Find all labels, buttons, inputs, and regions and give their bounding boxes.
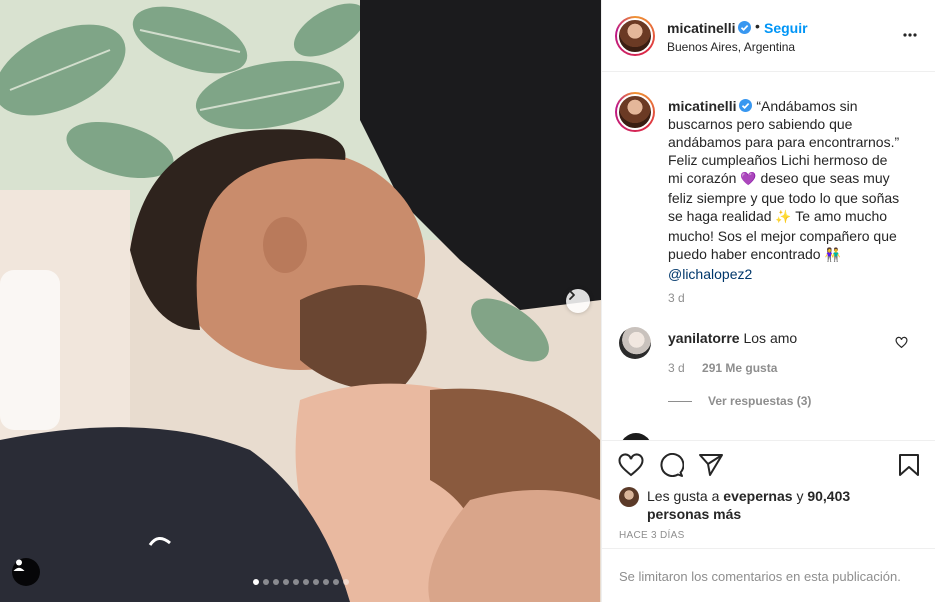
- comment-likes[interactable]: 291 Me gusta: [702, 361, 777, 375]
- view-replies-button[interactable]: Ver respuestas (3): [668, 394, 811, 408]
- post-timestamp[interactable]: HACE 3 DÍAS: [619, 530, 685, 541]
- verified-badge-icon: [739, 99, 753, 112]
- post-header: micatinelli • Seguir Buenos Aires, Argen…: [602, 0, 935, 72]
- verified-badge-icon: [738, 21, 752, 34]
- carousel-dot: [272, 579, 279, 585]
- likes-text: Les gusta a evepernas y 90,403 personas …: [647, 487, 897, 523]
- comments-section[interactable]: micatinelli “Andábamos sin buscarnos per…: [602, 73, 935, 440]
- carousel-dot: [262, 579, 269, 585]
- post-photo[interactable]: [0, 0, 601, 602]
- comment-meta: 3 d 291 Me gusta: [668, 361, 777, 375]
- carousel-dot: [252, 579, 259, 585]
- caption-avatar[interactable]: [615, 92, 655, 132]
- post-sidebar: micatinelli • Seguir Buenos Aires, Argen…: [601, 0, 935, 602]
- sparkles-emoji: ✨: [775, 210, 792, 225]
- view-replies-label: Ver respuestas (3): [708, 394, 812, 408]
- carousel-dot: [292, 579, 299, 585]
- save-icon[interactable]: [898, 453, 920, 477]
- carousel-dot: [342, 579, 349, 585]
- replies-divider: [668, 400, 692, 402]
- caption-mention-link[interactable]: @lichalopez2: [668, 266, 752, 282]
- post-location[interactable]: Buenos Aires, Argentina: [667, 40, 795, 54]
- carousel-dot: [312, 579, 319, 585]
- comment-text: yanilatorre Los amo: [668, 330, 797, 346]
- couple-emoji: 👫: [824, 248, 841, 263]
- carousel-dot: [332, 579, 339, 585]
- comment-time[interactable]: 3 d: [668, 361, 685, 375]
- likes-prefix: Les gusta a: [647, 488, 720, 504]
- heart-icon[interactable]: [618, 453, 644, 477]
- comments-limited-text: Se limitaron los comentarios en esta pub…: [619, 569, 901, 584]
- photo-illustration: [0, 0, 601, 602]
- chevron-right-icon: [569, 290, 575, 300]
- caption-username[interactable]: micatinelli: [668, 98, 736, 114]
- carousel-dot: [302, 579, 309, 585]
- heart-icon[interactable]: [895, 336, 908, 349]
- comments-limited-notice: Se limitaron los comentarios en esta pub…: [602, 548, 935, 602]
- commenter-username[interactable]: yanilatorre: [668, 330, 740, 346]
- likes-joiner: y: [796, 488, 804, 504]
- share-icon[interactable]: [698, 453, 724, 477]
- liker-avatar[interactable]: [619, 487, 639, 507]
- post-caption: micatinelli “Andábamos sin buscarnos per…: [668, 97, 900, 283]
- commenter-avatar[interactable]: [619, 327, 651, 359]
- more-options-icon[interactable]: [902, 27, 918, 43]
- carousel-dot: [322, 579, 329, 585]
- liker-username[interactable]: evepernas: [723, 488, 792, 504]
- author-avatar[interactable]: [615, 16, 655, 56]
- post-actions: Les gusta a evepernas y 90,403 personas …: [602, 440, 935, 548]
- carousel-dot: [282, 579, 289, 585]
- purple-heart-emoji: 💜: [740, 172, 757, 187]
- next-commenter-avatar[interactable]: [620, 433, 652, 440]
- next-photo-button[interactable]: [566, 289, 590, 313]
- caption-time[interactable]: 3 d: [668, 291, 685, 305]
- follow-button[interactable]: Seguir: [764, 20, 808, 36]
- header-separator: •: [755, 18, 760, 34]
- author-username[interactable]: micatinelli: [667, 20, 752, 36]
- carousel-indicators: [0, 579, 601, 585]
- comment-icon[interactable]: [658, 453, 684, 477]
- comment-body: Los amo: [743, 330, 798, 346]
- user-tag-icon: [13, 559, 25, 571]
